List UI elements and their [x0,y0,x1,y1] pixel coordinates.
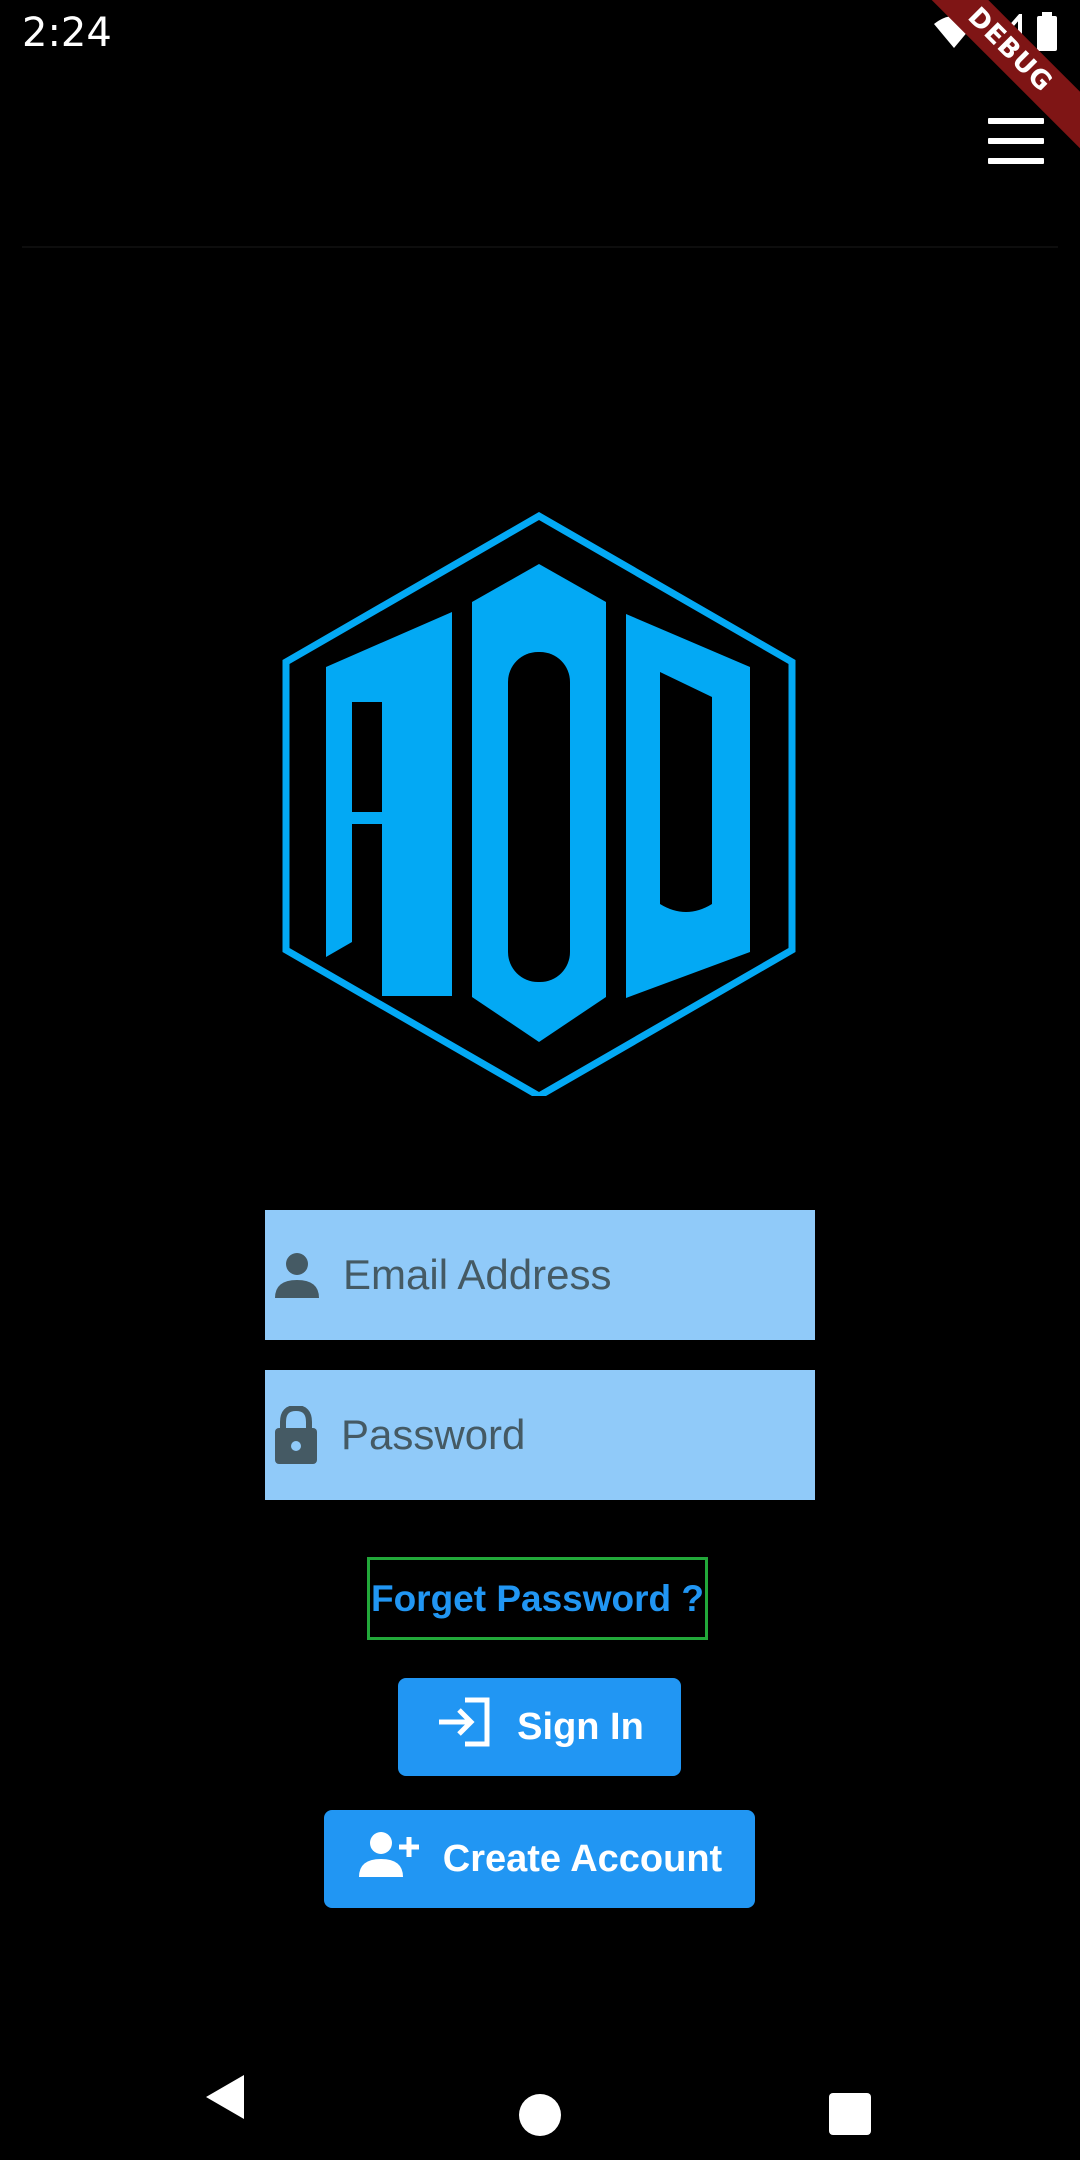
email-input[interactable] [321,1209,886,1341]
sign-in-label: Sign In [517,1705,644,1748]
menu-icon-line [988,158,1044,164]
password-input[interactable] [319,1369,884,1501]
appbar-divider [22,246,1058,248]
person-add-icon [357,1831,419,1887]
email-field[interactable] [265,1209,886,1341]
system-nav-bar [0,2040,1080,2150]
recents-icon[interactable] [829,2093,871,2135]
menu-button[interactable] [988,118,1044,164]
password-field[interactable] [265,1369,884,1501]
create-account-button[interactable]: Create Account [324,1810,755,1908]
create-account-label: Create Account [442,1837,723,1880]
menu-icon [988,118,1044,124]
adu-logo [282,511,796,1101]
status-time: 2:24 [22,10,112,56]
sign-in-button[interactable]: Sign In [398,1678,681,1776]
login-icon [435,1696,493,1758]
person-icon [273,1252,321,1298]
lock-icon [273,1406,319,1464]
back-icon[interactable] [204,2073,246,2126]
status-bar: 2:24 [0,0,1080,66]
home-icon[interactable] [519,2094,561,2136]
forget-password-label: Forget Password ? [370,1577,705,1619]
menu-icon-line [988,138,1044,144]
forget-password-link[interactable]: Forget Password ? [367,1557,708,1640]
